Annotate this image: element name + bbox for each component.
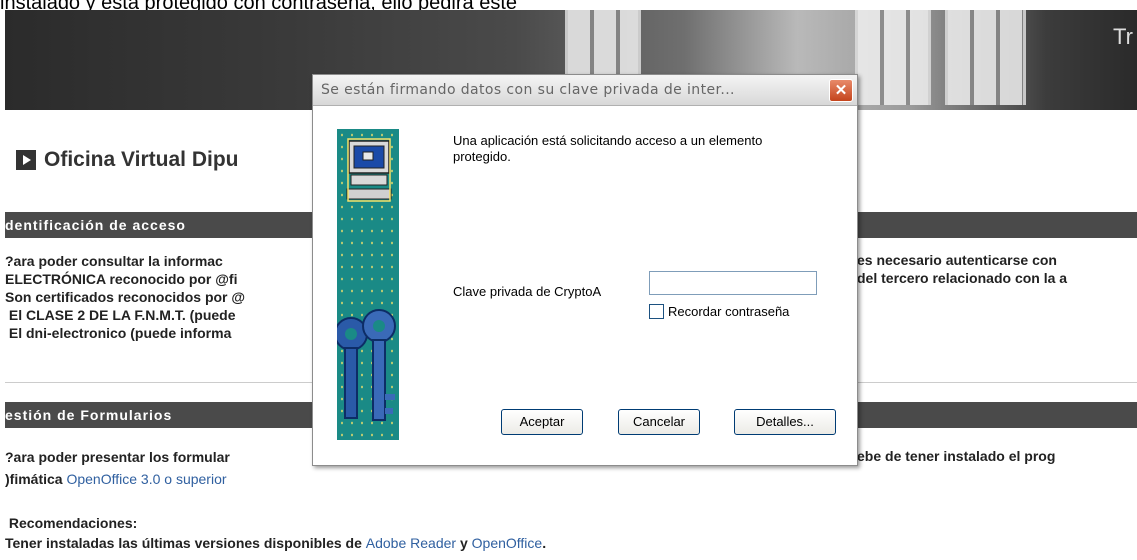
- formularios-line-right: ebe de tener instalado el prog: [857, 448, 1056, 464]
- cancel-button[interactable]: Cancelar: [618, 409, 700, 435]
- recomendaciones-line: Tener instaladas las últimas versiones d…: [5, 534, 546, 552]
- page-title-text: Oficina Virtual Dipu: [44, 148, 239, 171]
- formularios-line: ?ara poder presentar los formular: [5, 449, 230, 465]
- formularios-line: )fimática OpenOffice 3.0 o superior: [5, 470, 227, 488]
- acceso-line-right: es necesario autenticarse con: [857, 252, 1057, 268]
- accept-button[interactable]: Aceptar: [501, 409, 583, 435]
- banner-window-graphic: [945, 10, 1026, 105]
- remember-password-checkbox[interactable]: [649, 304, 664, 319]
- openoffice-link[interactable]: OpenOffice 3.0 o superior: [66, 471, 226, 487]
- keys-icon: [337, 309, 396, 421]
- private-key-label: Clave privada de CryptoA: [453, 284, 602, 299]
- security-graphic: [337, 129, 399, 440]
- details-button[interactable]: Detalles...: [734, 409, 836, 435]
- dialog-message: Una aplicación está solicitando acceso a…: [453, 133, 763, 164]
- acceso-line: ?ara poder consultar la informac: [5, 253, 223, 269]
- acceso-line: El CLASE 2 DE LA F.N.M.T. (puede: [5, 307, 236, 323]
- acceso-line: El dni-electronico (puede informa: [5, 325, 232, 341]
- recomendaciones-text: .: [542, 535, 547, 551]
- banner-window-graphic: [855, 10, 931, 105]
- recomendaciones-heading: Recomendaciones:: [5, 515, 138, 531]
- acceso-line: ELECTRÓNICA reconocido por @fi: [5, 271, 238, 287]
- signing-dialog: Se están firmando datos con su clave pri…: [312, 74, 858, 466]
- computer-icon: [346, 138, 392, 202]
- acceso-line: Son certificados reconocidos por @: [5, 289, 246, 305]
- recomendaciones-text: Tener instaladas las últimas versiones d…: [5, 535, 366, 551]
- formularios-bold-text: )fimática: [5, 471, 67, 487]
- dialog-title[interactable]: Se están firmando datos con su clave pri…: [313, 75, 857, 106]
- close-icon[interactable]: ✕: [829, 79, 853, 102]
- openoffice-link[interactable]: OpenOffice: [472, 535, 543, 551]
- page-title: Oficina Virtual Dipu: [16, 148, 238, 172]
- banner-text: Tr: [1113, 24, 1133, 49]
- remember-password-label: Recordar contraseña: [668, 304, 790, 319]
- play-icon: [16, 150, 36, 170]
- recomendaciones-text: y: [456, 535, 472, 551]
- dialog-body: Una aplicación está solicitando acceso a…: [313, 106, 857, 465]
- acceso-line-right: del tercero relacionado con la a: [857, 270, 1068, 286]
- private-key-password-input[interactable]: [649, 271, 817, 295]
- adobe-reader-link[interactable]: Adobe Reader: [366, 535, 456, 551]
- remember-password-option[interactable]: Recordar contraseña: [649, 304, 789, 319]
